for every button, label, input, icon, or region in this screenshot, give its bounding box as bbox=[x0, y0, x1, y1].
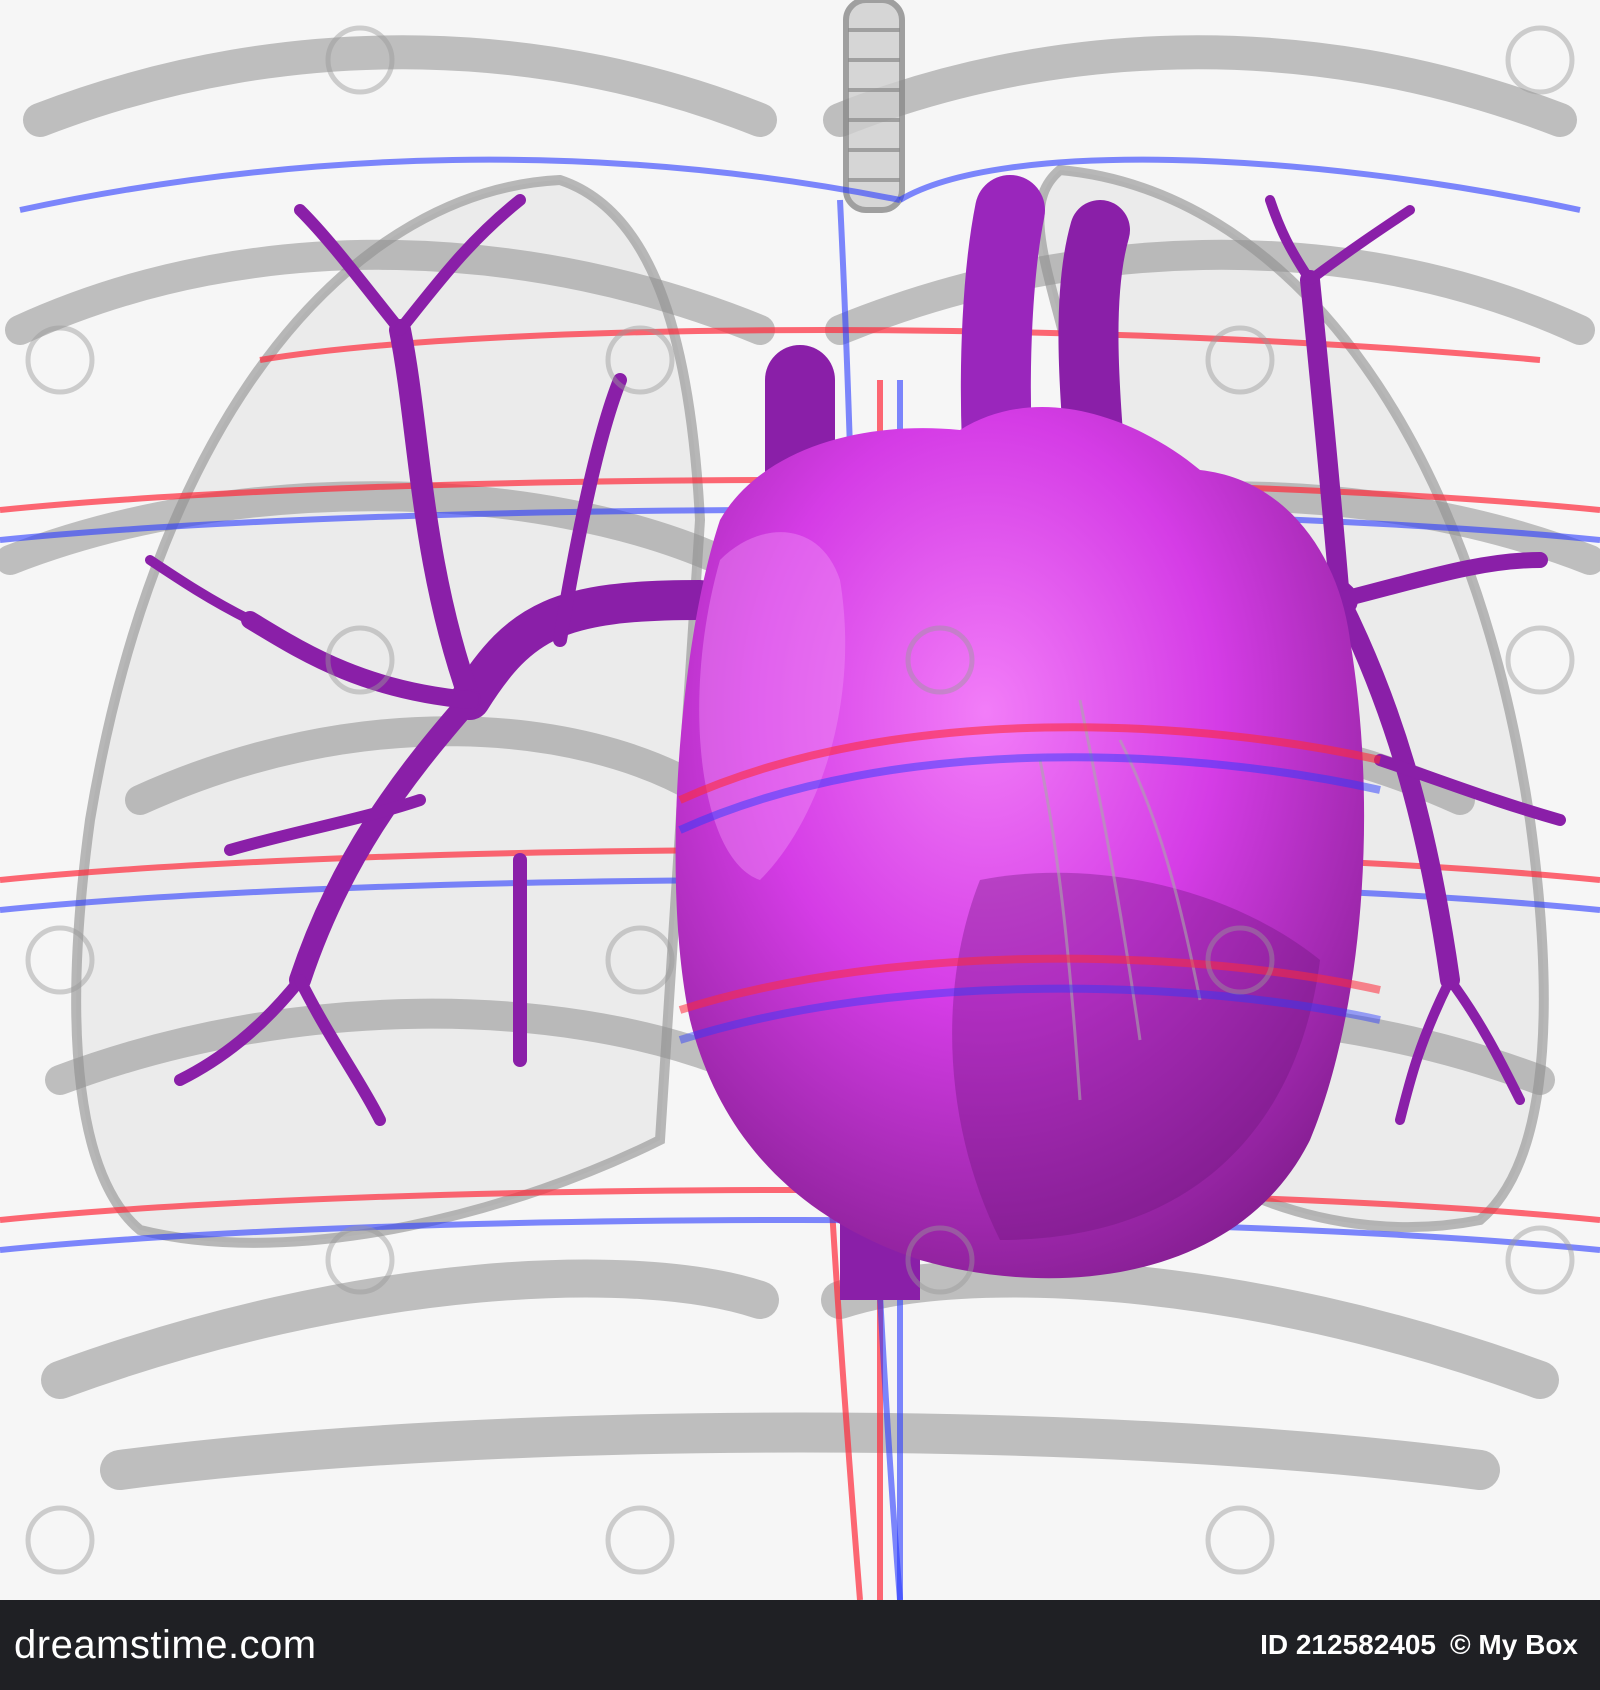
footer-bar: dreamstime.com ID 212582405 © My Box bbox=[0, 1600, 1600, 1690]
image-id: ID 212582405 bbox=[1260, 1629, 1437, 1660]
right-lung-shape bbox=[71, 174, 706, 1248]
anatomy-svg bbox=[0, 0, 1600, 1600]
heart-anatomy-illustration bbox=[0, 0, 1600, 1600]
image-credit: © My Box bbox=[1450, 1629, 1578, 1660]
image-frame: dreamstime.com ID 212582405 © My Box bbox=[0, 0, 1600, 1690]
image-meta: ID 212582405 © My Box bbox=[1260, 1629, 1578, 1661]
brand-text[interactable]: dreamstime.com bbox=[14, 1623, 317, 1668]
